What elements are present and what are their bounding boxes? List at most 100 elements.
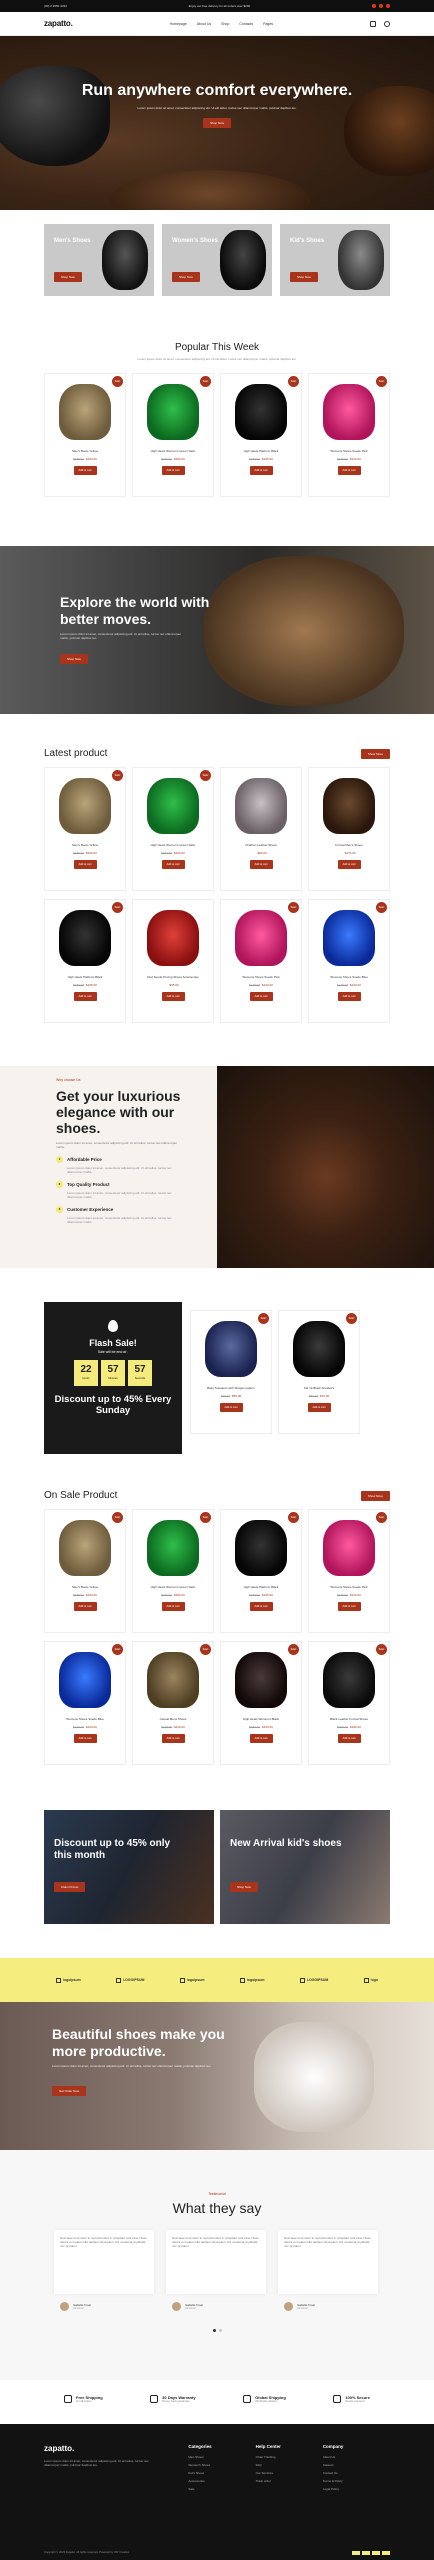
product-name[interactable]: Casual Mens Shoes	[133, 1717, 213, 1721]
cart-icon[interactable]	[370, 20, 376, 27]
product-image[interactable]	[235, 1520, 287, 1576]
nav-item-homepage[interactable]: Homepage	[170, 22, 187, 26]
category-card-kids[interactable]: Kid's Shoes Shop Now	[280, 224, 390, 296]
shop-now-button[interactable]: Shop Now	[230, 1882, 258, 1892]
product-image[interactable]	[147, 384, 199, 440]
add-to-cart-button[interactable]: Add to cart	[337, 466, 361, 475]
product-card[interactable]: Sale! Womens Shoes Suede Pink $145.00 $120.…	[308, 373, 390, 497]
footer-link[interactable]: Contact Us	[323, 2471, 390, 2475]
order-now-button[interactable]: Get Order Now	[52, 2086, 87, 2096]
show-more-button[interactable]: Show More	[360, 1490, 390, 1501]
product-name[interactable]: High Heels Platform Black	[221, 1585, 301, 1589]
footer-link[interactable]: Accessories	[188, 2479, 255, 2483]
category-shop-button[interactable]: Shop Now	[54, 272, 82, 282]
product-card[interactable]: Sale! High Heels Platform Black $180.00 $16…	[220, 373, 302, 497]
add-to-cart-button[interactable]: Add to cart	[337, 860, 361, 869]
product-name[interactable]: High Heels Women's Black	[221, 1717, 301, 1721]
add-to-cart-button[interactable]: Add to cart	[73, 466, 97, 475]
twitter-icon[interactable]	[378, 4, 383, 8]
footer-link[interactable]: Sale	[188, 2487, 255, 2491]
add-to-cart-button[interactable]: Add to cart	[249, 992, 273, 1001]
add-to-cart-button[interactable]: Add to cart	[161, 992, 185, 1001]
footer-link[interactable]: Order Tracking	[256, 2455, 323, 2459]
product-card[interactable]: Sale! Kid Ya Black Sneakers $82.00 $70.00 Ad…	[278, 1310, 360, 1434]
product-name[interactable]: Men's Boots Yellow	[45, 843, 125, 847]
product-card[interactable]: Sale! Men's Boots Yellow $185.00 $150.00 Add…	[44, 1509, 126, 1633]
show-more-button[interactable]: Show More	[360, 748, 390, 759]
product-image[interactable]	[59, 1520, 111, 1576]
product-card[interactable]: Sale! Casual Mens Shoes $130.00 $110.00 Add …	[132, 1641, 214, 1765]
product-name[interactable]: Black Leather Formal Shoes	[309, 1717, 389, 1721]
nav-item-shop[interactable]: Shop	[221, 22, 229, 26]
product-name[interactable]: Red Suede Driving Shoes Accessories	[133, 975, 213, 979]
add-to-cart-button[interactable]: Add to cart	[249, 1734, 273, 1743]
product-name[interactable]: Womens Shoes Suede Blue	[309, 975, 389, 979]
product-name[interactable]: High Heels Platform Black	[45, 975, 125, 979]
footer-link[interactable]: Legal Policy	[323, 2487, 390, 2491]
product-image[interactable]	[293, 1321, 345, 1377]
product-image[interactable]	[235, 1652, 287, 1708]
product-card[interactable]: Sale! Womens Shoes Suede Pink $145.00 $120.…	[220, 899, 302, 1023]
product-card[interactable]: Sale! High Heels Women's Green Satin $220.…	[132, 373, 214, 497]
product-name[interactable]: Womens Shoes Suede Pink	[221, 975, 301, 979]
hero-shop-button[interactable]: Shop Now	[203, 118, 231, 128]
nav-item-contacts[interactable]: Contacts	[239, 22, 253, 26]
product-name[interactable]: High Heels Women's Green Satin	[133, 1585, 213, 1589]
product-name[interactable]: Womens Shoes Suede Blue	[45, 1717, 125, 1721]
add-to-cart-button[interactable]: Add to cart	[337, 1602, 361, 1611]
product-name[interactable]: Kid Ya Black Sneakers	[279, 1386, 359, 1390]
product-card[interactable]: Red Suede Driving Shoes Accessories $95.0…	[132, 899, 214, 1023]
product-name[interactable]: Children Leather Shoes	[221, 843, 301, 847]
add-to-cart-button[interactable]: Add to cart	[73, 860, 97, 869]
footer-link[interactable]: About Us	[323, 2455, 390, 2459]
footer-link[interactable]: Track order	[256, 2479, 323, 2483]
footer-link[interactable]: Kid's Shoes	[188, 2471, 255, 2475]
product-image[interactable]	[323, 910, 375, 966]
footer-link[interactable]: Our Services	[256, 2471, 323, 2475]
product-image[interactable]	[323, 778, 375, 834]
product-card[interactable]: Sale! Men's Boots Yellow $185.00 $150.00 Add…	[44, 767, 126, 891]
product-name[interactable]: Men's Boots Yellow	[45, 449, 125, 453]
promo-shop-button[interactable]: Shop Now	[60, 654, 88, 664]
product-image[interactable]	[59, 1652, 111, 1708]
product-image[interactable]	[147, 910, 199, 966]
product-card[interactable]: Sale! Black Leather Formal Shoes $200.00 $1…	[308, 1641, 390, 1765]
product-image[interactable]	[235, 910, 287, 966]
add-to-cart-button[interactable]: Add to cart	[249, 860, 273, 869]
category-shop-button[interactable]: Shop Now	[290, 272, 318, 282]
add-to-cart-button[interactable]: Add to cart	[161, 466, 185, 475]
carousel-dot[interactable]	[218, 2329, 222, 2332]
add-to-cart-button[interactable]: Add to cart	[337, 992, 361, 1001]
product-image[interactable]	[147, 1520, 199, 1576]
add-to-cart-button[interactable]: Add to cart	[161, 1734, 185, 1743]
add-to-cart-button[interactable]: Add to cart	[219, 1403, 243, 1412]
nav-item-pages[interactable]: Pages	[263, 22, 273, 26]
product-image[interactable]	[147, 1652, 199, 1708]
add-to-cart-button[interactable]: Add to cart	[73, 1734, 97, 1743]
product-image[interactable]	[205, 1321, 257, 1377]
product-image[interactable]	[235, 384, 287, 440]
product-name[interactable]: Baby Sneakers with Shapes pattern	[191, 1386, 271, 1390]
product-name[interactable]: High Heels Women's Green Satin	[133, 843, 213, 847]
product-card[interactable]: Sale! Womens Shoes Suede Blue $145.00 $120.…	[44, 1641, 126, 1765]
product-name[interactable]: High Heels Women's Green Satin	[133, 449, 213, 453]
product-image[interactable]	[323, 384, 375, 440]
product-image[interactable]	[147, 778, 199, 834]
product-card[interactable]: Sale! High Heels Women's Black $180.00 $150…	[220, 1641, 302, 1765]
footer-link[interactable]: Women's Shoes	[188, 2463, 255, 2467]
product-name[interactable]: Formal Men's Shoes	[309, 843, 389, 847]
product-card[interactable]: Sale! High Heels Platform Black $180.00 $16…	[220, 1509, 302, 1633]
category-card-women[interactable]: Women's Shoes Shop Now	[162, 224, 272, 296]
footer-link[interactable]: Men Shoes	[188, 2455, 255, 2459]
category-shop-button[interactable]: Shop Now	[172, 272, 200, 282]
product-card[interactable]: Sale! High Heels Women's Green Satin $220.…	[132, 1509, 214, 1633]
product-card[interactable]: Sale! Baby Sneakers with Shapes pattern $6…	[190, 1310, 272, 1434]
category-card-men[interactable]: Men's Shoes Shop Now	[44, 224, 154, 296]
product-image[interactable]	[59, 384, 111, 440]
add-to-cart-button[interactable]: Add to cart	[249, 466, 273, 475]
add-to-cart-button[interactable]: Add to cart	[73, 1602, 97, 1611]
product-name[interactable]: Womens Shoes Suede Pink	[309, 1585, 389, 1589]
add-to-cart-button[interactable]: Add to cart	[161, 1602, 185, 1611]
product-card[interactable]: Sale! High Heels Platform Black $180.00 $16…	[44, 899, 126, 1023]
product-card[interactable]: Sale! Men's Boots Yellow $185.00 $150.00 Add…	[44, 373, 126, 497]
